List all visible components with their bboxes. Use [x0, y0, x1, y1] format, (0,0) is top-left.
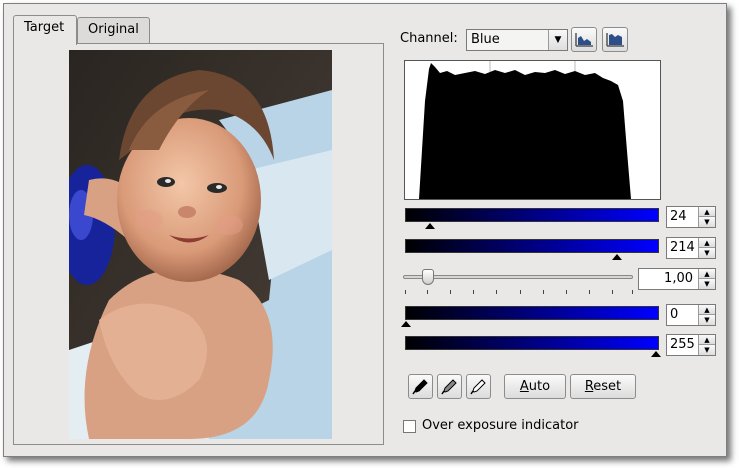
spin-down-icon[interactable]: ▼	[699, 315, 715, 325]
black-point-picker-button[interactable]	[408, 374, 433, 399]
spin-down-icon[interactable]: ▼	[699, 279, 715, 289]
gray-point-picker-button[interactable]	[437, 374, 462, 399]
gamma-tick	[520, 290, 521, 294]
input-low-spinbox[interactable]: 24 ▲ ▼	[666, 206, 716, 228]
channel-select[interactable]: Blue ▼	[466, 29, 568, 51]
histogram	[404, 60, 661, 200]
eyedropper-icon	[412, 379, 428, 395]
preview-image	[69, 50, 332, 439]
over-exposure-checkbox[interactable]	[403, 420, 416, 433]
input-high-spinbox[interactable]: 214 ▲ ▼	[666, 237, 716, 259]
chevron-down-icon[interactable]: ▼	[548, 30, 567, 50]
input-low-gradient	[405, 208, 659, 222]
gamma-tick	[450, 290, 451, 294]
channel-label: Channel:	[400, 31, 458, 46]
tab-original-label: Original	[88, 22, 139, 37]
gamma-spinbox[interactable]: 1,00 ▲ ▼	[638, 268, 716, 290]
spin-down-icon[interactable]: ▼	[699, 217, 715, 227]
gamma-value: 1,00	[664, 271, 693, 286]
spin-up-icon[interactable]: ▲	[699, 238, 715, 248]
reset-button[interactable]: Reset	[570, 374, 636, 399]
gamma-tick	[543, 290, 544, 294]
spin-up-icon[interactable]: ▲	[699, 207, 715, 217]
auto-button[interactable]: Auto	[504, 374, 566, 399]
linear-histogram-button[interactable]	[571, 27, 597, 52]
gamma-tick	[612, 290, 613, 294]
gamma-tick	[632, 290, 633, 294]
logarithmic-histogram-icon	[606, 33, 624, 47]
eyedropper-icon	[470, 379, 486, 395]
tab-original[interactable]: Original	[77, 17, 150, 43]
reset-button-mnemonic: R	[584, 379, 594, 394]
gamma-tick	[589, 290, 590, 294]
gamma-slider-track[interactable]	[403, 275, 633, 279]
linear-histogram-icon	[575, 33, 593, 47]
output-low-spinbox[interactable]: 0 ▲ ▼	[666, 304, 716, 326]
eyedropper-icon	[441, 379, 457, 395]
spin-down-icon[interactable]: ▼	[699, 248, 715, 258]
input-low-handle[interactable]	[425, 223, 435, 229]
output-low-handle[interactable]	[401, 321, 411, 327]
output-high-gradient	[405, 336, 659, 350]
preview-panel	[13, 43, 384, 445]
levels-dialog: Target Original Channel: Blue ▼ 24 ▲ ▼ 2…	[3, 3, 727, 457]
over-exposure-label: Over exposure indicator	[422, 418, 579, 433]
input-high-gradient	[405, 239, 659, 253]
gamma-tick	[427, 290, 428, 294]
output-low-value: 0	[670, 307, 679, 322]
output-high-value: 255	[670, 337, 695, 352]
baby-photo	[69, 50, 332, 439]
output-high-spinbox[interactable]: 255 ▲ ▼	[666, 334, 716, 356]
gamma-slider-handle[interactable]	[422, 269, 434, 285]
gamma-tick	[496, 290, 497, 294]
auto-button-mnemonic: A	[519, 379, 529, 394]
output-high-handle[interactable]	[651, 351, 661, 357]
input-high-handle[interactable]	[612, 254, 622, 260]
input-low-value: 24	[670, 209, 687, 224]
input-high-value: 214	[670, 240, 695, 255]
gamma-tick	[405, 290, 406, 294]
spin-up-icon[interactable]: ▲	[699, 269, 715, 279]
channel-select-value: Blue	[471, 32, 500, 47]
tab-target[interactable]: Target	[13, 15, 77, 45]
histogram-graph	[419, 61, 631, 199]
logarithmic-histogram-button[interactable]	[602, 27, 628, 52]
gamma-tick	[566, 290, 567, 294]
spin-down-icon[interactable]: ▼	[699, 345, 715, 355]
tab-target-label: Target	[24, 20, 65, 35]
reset-button-label: eset	[593, 379, 622, 394]
spin-up-icon[interactable]: ▲	[699, 305, 715, 315]
gamma-tick	[473, 290, 474, 294]
white-point-picker-button[interactable]	[466, 374, 491, 399]
spin-up-icon[interactable]: ▲	[699, 335, 715, 345]
auto-button-label: uto	[528, 379, 551, 394]
output-low-gradient	[405, 306, 659, 320]
